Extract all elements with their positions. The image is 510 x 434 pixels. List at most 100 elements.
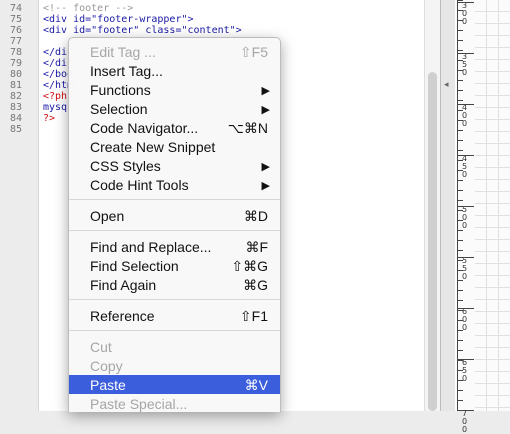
menu-separator (69, 230, 280, 231)
menu-item-label: Find Selection (90, 258, 179, 274)
ruler-minor-tick (458, 70, 463, 71)
code-line[interactable]: <div id="footer-wrapper"> (43, 14, 194, 25)
menu-item-label: Edit Tag ... (90, 44, 156, 60)
menu-item-functions[interactable]: Functions ▶ (69, 80, 280, 99)
ruler-label: 0 (461, 417, 468, 426)
ruler-major-tick (458, 155, 474, 156)
ruler-minor-tick (458, 350, 463, 351)
menu-item-label: Selection (90, 101, 148, 117)
menu-item-shortcut: ⇧⌘G (231, 258, 268, 274)
menu-item-label: Open (90, 208, 125, 224)
ruler-label: 0 (461, 119, 468, 128)
ruler-minor-tick (458, 290, 463, 291)
menu-item-insert-tag[interactable]: Insert Tag... (69, 61, 280, 80)
ruler-minor-tick (458, 250, 463, 251)
ruler-minor-tick (458, 20, 463, 21)
ruler-major-tick (458, 53, 474, 54)
menu-item-label: Functions (90, 82, 151, 98)
ruler-major-tick (458, 2, 474, 3)
menu-separator (69, 330, 280, 331)
submenu-arrow-icon: ▶ (261, 104, 270, 116)
menu-item-label: Paste (90, 377, 126, 393)
menu-item-label: Reference (90, 308, 155, 324)
line-number: 80 (9, 69, 22, 80)
ruler-minor-tick (458, 200, 463, 201)
ruler-minor-tick (458, 150, 463, 151)
menu-item-find-selection[interactable]: Find Selection ⇧⌘G (69, 256, 280, 275)
ruler-minor-tick (458, 30, 463, 31)
code-line[interactable]: ?> (43, 113, 55, 124)
menu-item-selection[interactable]: Selection ▶ (69, 99, 280, 118)
ruler-minor-tick (458, 90, 463, 91)
ruler-label: 7 (461, 409, 468, 418)
ruler-label: 0 (461, 111, 468, 120)
ruler-minor-tick (458, 170, 463, 171)
menu-item-label: Code Hint Tools (90, 177, 189, 193)
menu-item-shortcut: ⌘F (245, 239, 268, 255)
ruler-minor-tick (458, 120, 463, 121)
code-line[interactable]: <!-- footer --> (43, 3, 133, 14)
menu-separator (69, 299, 280, 300)
ruler-major-tick (458, 257, 474, 258)
menu-item-label: Create New Snippet (90, 139, 216, 155)
ruler-minor-tick (458, 100, 463, 101)
ruler-minor-tick (458, 220, 463, 221)
ruler-minor-tick (458, 50, 463, 51)
code-line[interactable]: </di (43, 47, 67, 58)
ruler-major-tick (458, 104, 474, 105)
ruler-minor-tick (458, 310, 463, 311)
menu-item-label: Code Navigator... (90, 120, 199, 136)
menu-item-find-and-replace[interactable]: Find and Replace... ⌘F (69, 237, 280, 256)
line-number: 83 (9, 102, 22, 113)
line-number: 76 (9, 25, 22, 36)
ruler-minor-tick (458, 400, 463, 401)
ruler-minor-tick (458, 280, 463, 281)
code-line[interactable]: </di (43, 58, 67, 69)
ruler-major-tick (458, 206, 474, 207)
line-number: 78 (9, 47, 22, 58)
ruler-minor-tick (458, 270, 463, 271)
ruler-label: 0 (461, 272, 468, 281)
ruler-minor-tick (458, 320, 463, 321)
submenu-arrow-icon: ▶ (261, 85, 270, 97)
ruler-minor-tick (458, 230, 463, 231)
ruler-minor-tick (458, 240, 463, 241)
code-line[interactable]: <div id="footer" class="content"> (43, 25, 242, 36)
ruler-minor-tick (458, 390, 463, 391)
ruler-minor-tick (458, 40, 463, 41)
ruler-minor-tick (458, 260, 463, 261)
panel-splitter[interactable] (440, 0, 456, 411)
code-line[interactable]: mysq (43, 102, 67, 113)
ruler-minor-tick (458, 380, 463, 381)
menu-item-paste[interactable]: Paste ⌘V (69, 375, 280, 394)
menu-item-shortcut: ⌘D (243, 208, 268, 224)
menu-item-label: Cut (90, 339, 112, 355)
ruler-minor-tick (458, 60, 463, 61)
menu-item-reference[interactable]: Reference ⇧F1 (69, 306, 280, 325)
ruler-label: 0 (461, 170, 468, 179)
menu-item-code-hint-tools[interactable]: Code Hint Tools ▶ (69, 175, 280, 194)
resize-grip-icon[interactable]: ◂ (444, 80, 449, 90)
submenu-arrow-icon: ▶ (261, 180, 270, 192)
line-number: 77 (9, 36, 22, 47)
ruler-label: 0 (461, 221, 468, 230)
menu-item-create-new-snippet[interactable]: Create New Snippet (69, 137, 280, 156)
menu-item-shortcut: ⌥⌘N (227, 120, 268, 136)
ruler-minor-tick (458, 140, 463, 141)
line-number: 85 (9, 124, 22, 135)
scrollbar-thumb[interactable] (428, 72, 437, 411)
context-menu: Edit Tag ... ⇧F5 Insert Tag... Functions ▶ Se… (68, 37, 281, 412)
ruler-minor-tick (458, 360, 463, 361)
menu-item-css-styles[interactable]: CSS Styles ▶ (69, 156, 280, 175)
line-number: 81 (9, 80, 22, 91)
menu-item-shortcut: ⇧F1 (239, 308, 268, 324)
menu-item-shortcut: ⌘V (244, 377, 268, 393)
menu-item-find-again[interactable]: Find Again ⌘G (69, 275, 280, 294)
menu-item-open[interactable]: Open ⌘D (69, 206, 280, 225)
submenu-arrow-icon: ▶ (261, 161, 270, 173)
menu-item-label: Find Again (90, 277, 157, 293)
line-number: 75 (9, 14, 22, 25)
ruler-minor-tick (458, 160, 463, 161)
ruler-grid (475, 0, 510, 411)
menu-item-code-navigator[interactable]: Code Navigator... ⌥⌘N (69, 118, 280, 137)
